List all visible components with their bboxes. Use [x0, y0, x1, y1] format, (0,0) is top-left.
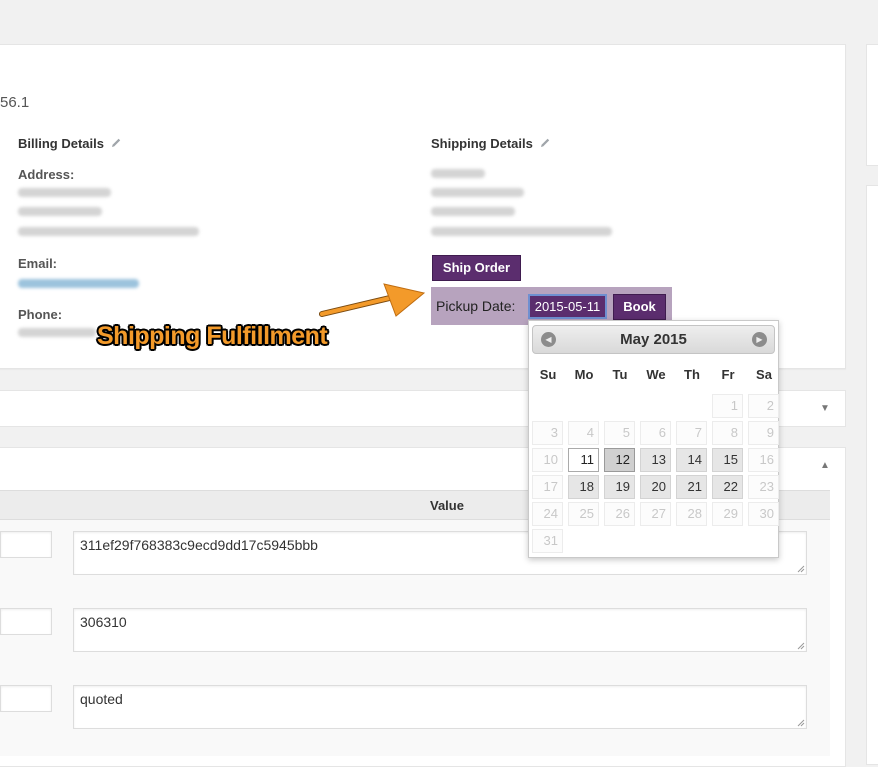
weekday-label: Sa — [756, 367, 772, 382]
calendar-day: 30 — [748, 502, 779, 526]
resize-grip-icon[interactable] — [797, 565, 805, 573]
meta-key-input[interactable] — [0, 531, 52, 558]
sidebar-box-1 — [866, 44, 878, 166]
calendar-day[interactable]: 20 — [640, 475, 671, 499]
shipping-address-line-2 — [431, 207, 515, 216]
annotation-arrow-icon — [319, 283, 426, 317]
meta-key-input[interactable] — [0, 608, 52, 635]
annotation-label: Shipping Fulfillment — [97, 322, 328, 350]
calendar-day: 1 — [712, 394, 743, 418]
billing-phone-label: Phone: — [18, 307, 63, 322]
weekday-label: Th — [684, 367, 700, 382]
shipping-address-line-3 — [431, 227, 612, 236]
meta-value-text: quoted — [80, 691, 123, 707]
calendar-day: 28 — [676, 502, 707, 526]
calendar-day: 27 — [640, 502, 671, 526]
resize-grip-icon[interactable] — [797, 719, 805, 727]
meta-key-input[interactable] — [0, 685, 52, 712]
calendar-day: 26 — [604, 502, 635, 526]
calendar-day: 8 — [712, 421, 743, 445]
collapse-toggle-icon[interactable]: ▲ — [820, 460, 830, 471]
calendar-day: 9 — [748, 421, 779, 445]
billing-address-line-1 — [18, 188, 111, 197]
calendar-day: 4 — [568, 421, 599, 445]
billing-address-label: Address: — [18, 167, 75, 182]
calendar-day[interactable]: 21 — [676, 475, 707, 499]
meta-value-textarea[interactable]: quoted — [73, 685, 807, 729]
book-button[interactable]: Book — [613, 294, 666, 320]
shipping-address-line-1 — [431, 188, 524, 197]
weekday-label: Mo — [574, 367, 594, 382]
calendar-day[interactable]: 11 — [568, 448, 599, 472]
meta-value-text: 311ef29f768383c9ecd9dd17c5945bbb — [80, 537, 318, 553]
calendar-day: 3 — [532, 421, 563, 445]
edit-shipping-icon[interactable] — [539, 137, 551, 152]
order-number: 56.1 — [0, 94, 30, 111]
calendar-day[interactable]: 13 — [640, 448, 671, 472]
billing-address-line-2 — [18, 207, 102, 216]
billing-phone-value — [18, 328, 96, 337]
calendar-day: 31 — [532, 529, 563, 553]
calendar-day: 7 — [676, 421, 707, 445]
value-column-header: Value — [430, 498, 464, 513]
calendar-day[interactable]: 12 — [604, 448, 635, 472]
edit-billing-icon[interactable] — [110, 137, 122, 152]
next-month-icon[interactable]: ▶ — [752, 332, 767, 347]
expand-toggle-icon[interactable]: ▼ — [820, 403, 830, 414]
billing-details-label: Billing Details — [18, 136, 104, 151]
datepicker-month-title: May 2015 — [620, 331, 687, 348]
shipping-details-label: Shipping Details — [431, 136, 533, 151]
calendar-day[interactable]: 15 — [712, 448, 743, 472]
calendar-day[interactable]: 22 — [712, 475, 743, 499]
calendar-day: 2 — [748, 394, 779, 418]
calendar-day[interactable]: 19 — [604, 475, 635, 499]
ship-order-button[interactable]: Ship Order — [432, 255, 521, 281]
resize-grip-icon[interactable] — [797, 642, 805, 650]
calendar-day: 23 — [748, 475, 779, 499]
weekday-label: Su — [539, 367, 557, 382]
billing-details-heading: Billing Details — [18, 136, 122, 152]
weekday-label: Tu — [612, 367, 628, 382]
shipping-address-label-blurred — [431, 169, 485, 178]
meta-value-text: 306310 — [80, 614, 127, 630]
calendar-day: 17 — [532, 475, 563, 499]
pickup-date-input[interactable]: 2015-05-11 — [528, 294, 607, 319]
meta-value-textarea[interactable]: 306310 — [73, 608, 807, 652]
pickup-date-label: Pickup Date: — [436, 298, 516, 314]
weekday-label: Fr — [721, 367, 735, 382]
calendar-day: 6 — [640, 421, 671, 445]
sidebar-box-2 — [866, 185, 878, 765]
calendar-day: 24 — [532, 502, 563, 526]
calendar-day: 25 — [568, 502, 599, 526]
calendar-day: 16 — [748, 448, 779, 472]
calendar-day: 5 — [604, 421, 635, 445]
calendar-day[interactable]: 14 — [676, 448, 707, 472]
calendar-day: 10 — [532, 448, 563, 472]
billing-address-line-3 — [18, 227, 199, 236]
shipping-details-heading: Shipping Details — [431, 136, 551, 152]
calendar-day: 29 — [712, 502, 743, 526]
billing-email-link[interactable] — [18, 279, 139, 288]
weekday-label: We — [646, 367, 666, 382]
calendar-day[interactable]: 18 — [568, 475, 599, 499]
billing-email-label: Email: — [18, 256, 58, 271]
